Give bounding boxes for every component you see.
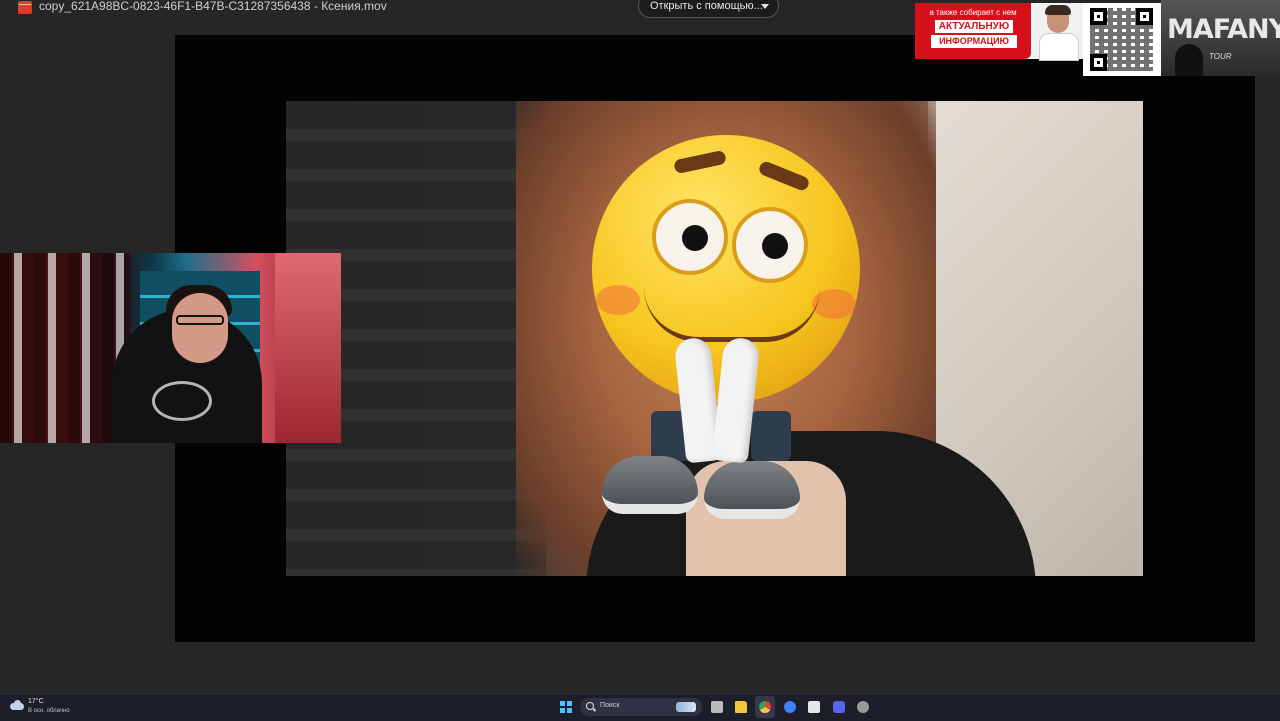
ad-banner-red: а также собирает с нем АКТУАЛЬНУЮ ИНФОРМ…: [915, 3, 1031, 59]
search-highlight-icon: [676, 702, 696, 712]
streamer-glasses: [176, 315, 224, 325]
ad-person-photo: [1033, 3, 1083, 61]
file-explorer-icon[interactable]: [735, 701, 747, 713]
chevron-down-icon: [761, 4, 769, 9]
settings-icon[interactable]: [857, 701, 869, 713]
taskbar: 17°C В осн. облачно Поиск: [0, 693, 1280, 721]
open-with-label: Открыть с помощью...: [650, 0, 763, 12]
taskbar-search[interactable]: Поиск: [580, 698, 702, 716]
emoji-shoe-right: [704, 461, 800, 519]
weather-temperature[interactable]: 17°C: [28, 698, 44, 705]
clothes-rack: [0, 253, 130, 443]
emoji-shoe-left: [602, 456, 698, 514]
emoji-blush: [596, 285, 640, 315]
ad-banner: а также собирает с нем АКТУАЛЬНУЮ ИНФОРМ…: [915, 3, 1083, 61]
tour-figure: [1175, 44, 1203, 76]
ad-line-2: АКТУАЛЬНУЮ: [935, 20, 1013, 33]
emoji-brow-right: [757, 159, 811, 193]
tour-title: MAFANYA: [1167, 14, 1280, 45]
emoji-eye-left: [652, 199, 728, 275]
emoji-mouth: [644, 287, 820, 342]
window-title: copy_621A98BC-0823-46F1-B47B-C3128735643…: [39, 0, 387, 13]
streamer-webcam: [0, 253, 341, 443]
emoji-eye-right: [732, 207, 808, 283]
app-icon[interactable]: [808, 701, 820, 713]
ad-line-3: ИНФОРМАЦИЮ: [931, 35, 1017, 48]
movie-file-icon: [18, 1, 32, 14]
cloud-icon[interactable]: [10, 700, 24, 710]
search-icon: [586, 702, 594, 710]
chrome-icon[interactable]: [759, 701, 771, 713]
video-frame-image: [286, 101, 1143, 576]
qr-code: [1083, 3, 1161, 76]
tour-subtitle: TOUR: [1209, 52, 1232, 61]
weather-description[interactable]: В осн. облачно: [28, 708, 70, 714]
discord-icon[interactable]: [833, 701, 845, 713]
windows-start-icon[interactable]: [560, 701, 572, 713]
background-door: [275, 253, 341, 443]
task-view-icon[interactable]: [711, 701, 723, 713]
streamer-head: [172, 293, 228, 363]
emoji-brow-left: [673, 149, 727, 175]
search-placeholder: Поиск: [600, 702, 620, 709]
open-with-button[interactable]: Открыть с помощью...: [638, 0, 779, 18]
shirt-logo: [152, 381, 212, 421]
tour-banner: MAFANYA TOUR: [1161, 0, 1280, 76]
browser-icon[interactable]: [784, 701, 796, 713]
ad-line-1: а также собирает с нем: [929, 8, 1017, 17]
emoji-praying-hands: [673, 336, 761, 464]
